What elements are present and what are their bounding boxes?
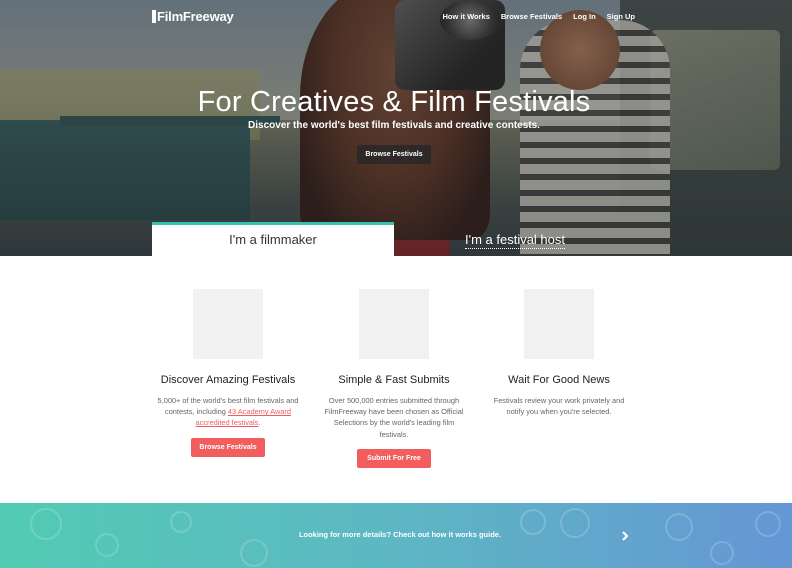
feature-submits-image	[359, 289, 429, 359]
feature-discover-text: 5,000+ of the world's best film festival…	[153, 395, 303, 429]
feature-submits-title: Simple & Fast Submits	[338, 374, 450, 386]
banner-deco-circle	[710, 541, 734, 565]
submit-for-free-button[interactable]: Submit For Free	[357, 448, 431, 468]
feature-discover-image	[193, 289, 263, 359]
banner-text: Looking for more details? Check out how …	[298, 530, 502, 539]
tab-filmmaker[interactable]: I'm a filmmaker	[152, 222, 394, 256]
nav-how-it-works[interactable]: How it Works	[443, 12, 490, 21]
feature-good-news-text: Festivals review your work privately and…	[493, 396, 625, 417]
hero-subtitle: Discover the world's best film festivals…	[248, 120, 540, 131]
nav-sign-up[interactable]: Sign Up	[607, 12, 635, 21]
feature-good-news-title: Wait For Good News	[508, 374, 610, 386]
feature-discover-title: Discover Amazing Festivals	[160, 374, 296, 386]
nav-links: How it Works Browse Festivals Log In Sig…	[432, 12, 636, 21]
chevron-right-icon[interactable]	[620, 531, 630, 541]
feature-discover-text-end: .	[258, 418, 261, 428]
features-section: Discover Amazing Festivals 5,000+ of the…	[0, 256, 792, 503]
feature-discover: Discover Amazing Festivals 5,000+ of the…	[148, 256, 308, 457]
hero-title: For Creatives & Film Festivals	[197, 86, 591, 118]
logo-mark-icon	[152, 10, 156, 23]
feature-submits-text: Over 500,000 entries submitted through F…	[324, 396, 464, 439]
feature-submits: Simple & Fast Submits Over 500,000 entri…	[314, 256, 474, 468]
nav-log-in[interactable]: Log In	[573, 12, 596, 21]
how-it-works-banner[interactable]: Looking for more details? Check out how …	[0, 503, 792, 568]
tab-filmmaker-label: I'm a filmmaker	[229, 232, 317, 247]
filmfreeway-logo[interactable]: FilmFreeway	[152, 9, 234, 24]
feature-good-news-image	[524, 289, 594, 359]
tab-festival-host[interactable]: I'm a festival host	[394, 222, 636, 256]
banner-deco-circle	[240, 539, 268, 567]
logo-text: FilmFreeway	[157, 9, 234, 24]
top-navigation: FilmFreeway How it Works Browse Festival…	[0, 0, 792, 34]
feature-browse-festivals-button[interactable]: Browse Festivals	[191, 437, 265, 457]
hero-browse-festivals-button[interactable]: Browse Festivals	[357, 145, 431, 164]
hero: FilmFreeway How it Works Browse Festival…	[0, 0, 792, 256]
tab-festival-host-label: I'm a festival host	[464, 232, 566, 249]
nav-browse-festivals[interactable]: Browse Festivals	[501, 12, 562, 21]
feature-good-news: Wait For Good News Festivals review your…	[479, 256, 639, 417]
